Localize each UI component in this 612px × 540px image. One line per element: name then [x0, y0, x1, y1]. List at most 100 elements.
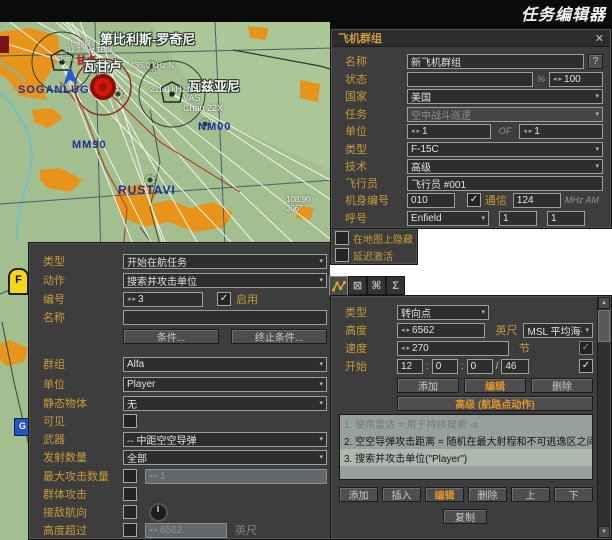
task-action-label: 动作	[43, 272, 123, 288]
unit-dropdown[interactable]: Player▾	[123, 377, 327, 392]
speed-lock-checkbox[interactable]: ✓	[579, 341, 593, 355]
spin-right-icon[interactable]: ▸	[407, 344, 411, 352]
task-name-input[interactable]	[123, 310, 327, 325]
tab-route[interactable]	[329, 276, 348, 296]
group-dropdown[interactable]: Alfa▾	[123, 357, 327, 372]
country-dropdown[interactable]: 美国▾	[407, 89, 603, 104]
task-dropdown[interactable]: 空中战斗巡逻▾	[407, 107, 603, 122]
action-up-button[interactable]: 上	[511, 487, 550, 502]
start-day-input[interactable]: 46	[501, 359, 529, 374]
scrollbar[interactable]: ▲ ▼	[597, 297, 610, 538]
task-action-dropdown[interactable]: 搜索并攻击单位▾	[123, 273, 327, 288]
waypoint-edit-button[interactable]: 编辑	[464, 378, 526, 393]
advanced-waypoint-actions-button[interactable]: 高级 (航路点动作)	[397, 396, 593, 411]
spin-right-icon[interactable]: ▸	[559, 75, 563, 83]
callsign-dropdown[interactable]: Enfield▾	[407, 211, 489, 226]
chevron-down-icon: ▾	[316, 453, 323, 461]
alt-above-checkbox[interactable]	[123, 523, 137, 537]
tab-summary[interactable]: Σ	[386, 276, 405, 295]
scroll-down-icon[interactable]: ▼	[598, 526, 610, 538]
hidden-on-map-checkbox[interactable]	[335, 231, 349, 245]
task-number-stepper[interactable]: ◂ ▸ 3	[123, 292, 203, 307]
action-add-button[interactable]: 添加	[339, 487, 378, 502]
unit-count-stepper[interactable]: ◂ ▸ 1	[407, 124, 491, 139]
list-item[interactable]: 3. 搜索并攻击单位("Player")	[340, 449, 592, 466]
frequency-input[interactable]: 124	[513, 193, 561, 208]
callsign-num1-input[interactable]: 1	[499, 211, 537, 226]
callsign-row: 呼号 Enfield▾ 1 1	[345, 210, 603, 226]
group-name-input[interactable]: 新飞机群组	[407, 54, 584, 69]
copy-button[interactable]: 复制	[443, 509, 487, 524]
spin-left-icon[interactable]: ◂	[523, 127, 527, 135]
late-activation-checkbox[interactable]	[335, 248, 349, 262]
title-bar-extension	[330, 22, 612, 28]
aircraft-type-dropdown[interactable]: F-15C▾	[407, 142, 603, 157]
action-edit-button[interactable]: 编辑	[425, 487, 464, 502]
action-insert-button[interactable]: 插入	[382, 487, 421, 502]
list-item[interactable]: 2. 空空导弹攻击距离 = 随机在最大射程和不可逃逸区之间 发射	[340, 432, 592, 449]
skill-dropdown[interactable]: 高级▾	[407, 159, 603, 174]
help-button[interactable]: ?	[588, 54, 603, 69]
unit-marker-red[interactable]	[92, 76, 114, 98]
altitude-ref-dropdown[interactable]: MSL 平均海平面▾	[523, 323, 593, 338]
spin-left-icon[interactable]: ◂	[127, 295, 131, 303]
waypoint-add-button[interactable]: 添加	[397, 378, 459, 393]
group-attack-checkbox[interactable]	[123, 487, 137, 501]
unit-row: 单位 Player▾	[43, 376, 327, 392]
unit-total-stepper[interactable]: ◂ ▸ 1	[519, 124, 603, 139]
attack-heading-checkbox[interactable]	[123, 505, 137, 519]
task-type-dropdown[interactable]: 开始在航任务▾	[123, 254, 327, 269]
condition-input[interactable]	[407, 72, 533, 87]
unit-label: 单位	[43, 376, 123, 392]
weapon-label: 武器	[43, 431, 123, 447]
start-hour-input[interactable]: 12	[397, 359, 423, 374]
red-edge-marker	[0, 36, 9, 53]
spin-left-icon[interactable]: ◂	[401, 326, 405, 334]
waypoint-delete-button[interactable]: 删除	[531, 378, 593, 393]
launch-qty-dropdown[interactable]: 全部▾	[123, 450, 327, 465]
enabled-label: 启用	[236, 291, 258, 307]
chevron-down-icon: ▾	[582, 326, 589, 334]
waypoint-actions-list[interactable]: 1. 使用雷达 = 用于持续搜索 -a 2. 空空导弹攻击距离 = 随机在最大射…	[339, 414, 593, 480]
start-time-checkbox[interactable]: ✓	[579, 359, 593, 373]
max-attack-checkbox[interactable]	[123, 469, 137, 483]
tail-number-input[interactable]: 010	[407, 193, 455, 208]
farp-marker[interactable]: F	[8, 268, 29, 295]
task-action-row: 动作 搜索并攻击单位▾	[43, 272, 327, 288]
comm-checkbox[interactable]: ✓	[467, 193, 481, 207]
tab-group-properties[interactable]: ⊠	[348, 276, 367, 295]
spin-right-icon[interactable]: ▸	[407, 326, 411, 334]
start-minute-input[interactable]: 0	[432, 359, 458, 374]
static-object-dropdown[interactable]: 无▾	[123, 396, 327, 411]
help-icon: ?	[593, 56, 599, 67]
spin-right-icon[interactable]: ▸	[133, 295, 137, 303]
scrollbar-thumb[interactable]	[598, 310, 610, 342]
visible-checkbox[interactable]	[123, 414, 137, 428]
action-delete-button[interactable]: 删除	[468, 487, 507, 502]
scroll-up-icon[interactable]: ▲	[598, 297, 610, 309]
start-second-input[interactable]: 0	[467, 359, 493, 374]
spin-left-icon[interactable]: ◂	[553, 75, 557, 83]
action-down-button[interactable]: 下	[554, 487, 593, 502]
spin-left-icon[interactable]: ◂	[411, 127, 415, 135]
wp-type-dropdown[interactable]: 转向点▾	[397, 305, 489, 320]
chevron-down-icon: ▾	[592, 110, 599, 118]
probability-stepper[interactable]: ◂ ▸ 100	[549, 72, 603, 87]
group-panel-titlebar[interactable]: 飞机群组 ✕	[332, 30, 610, 47]
spin-left-icon[interactable]: ◂	[401, 344, 405, 352]
weapon-dropdown[interactable]: -- 中距空空导弹▾	[123, 432, 327, 447]
spin-right-icon[interactable]: ▸	[529, 127, 533, 135]
close-icon[interactable]: ✕	[595, 32, 604, 45]
condition-button[interactable]: 条件...	[123, 329, 219, 344]
enabled-checkbox[interactable]: ✓	[217, 292, 231, 306]
callsign-num2-input[interactable]: 1	[547, 211, 585, 226]
spin-right-icon[interactable]: ▸	[417, 127, 421, 135]
list-item[interactable]: 1. 使用雷达 = 用于持续搜索 -a	[340, 415, 592, 432]
chevron-down-icon: ▾	[316, 257, 323, 265]
stop-condition-button[interactable]: 终止条件...	[231, 329, 327, 344]
pilot-input[interactable]: 飞行员 #001	[407, 176, 603, 191]
tab-payload[interactable]: ⌘	[367, 276, 386, 295]
speed-stepper[interactable]: ◂ ▸ 270	[397, 341, 509, 356]
altitude-stepper[interactable]: ◂ ▸ 6562	[397, 323, 485, 338]
heading-dial[interactable]	[149, 503, 168, 522]
